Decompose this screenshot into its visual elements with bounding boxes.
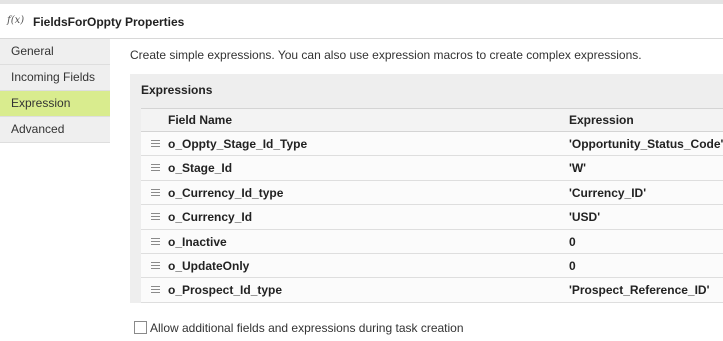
field-name-cell: o_Currency_Id_type	[168, 185, 284, 200]
field-name-cell: o_Inactive	[168, 234, 227, 249]
column-header-expression[interactable]: Expression	[569, 113, 634, 127]
drag-handle-icon[interactable]	[151, 261, 160, 270]
column-header-field-name[interactable]: Field Name	[168, 113, 232, 127]
expression-cell[interactable]: 'Prospect_Reference_ID'	[569, 283, 709, 297]
sidebar-item-expression[interactable]: Expression	[0, 91, 110, 117]
function-icon: f(x)	[7, 15, 25, 26]
table-row[interactable]: o_Prospect_Id_type 'Prospect_Reference_I…	[141, 278, 723, 303]
field-name-cell: o_UpdateOnly	[168, 258, 250, 273]
allow-additional-fields-label[interactable]: Allow additional fields and expressions …	[150, 321, 464, 335]
expressions-title: Expressions	[141, 83, 213, 97]
table-header: Field Name Expression	[141, 108, 723, 132]
table-row[interactable]: o_Inactive 0	[141, 229, 723, 254]
sidebar: General Incoming Fields Expression Advan…	[0, 39, 110, 341]
drag-handle-icon[interactable]	[151, 286, 160, 294]
drag-handle-icon[interactable]	[151, 237, 160, 246]
table-row[interactable]: o_UpdateOnly 0	[141, 253, 723, 279]
expression-cell[interactable]: 'Currency_ID'	[569, 186, 646, 200]
expression-cell[interactable]: 'Opportunity_Status_Code'	[569, 137, 723, 151]
sidebar-item-advanced[interactable]: Advanced	[0, 117, 110, 143]
description-text: Create simple expressions. You can also …	[130, 48, 642, 62]
field-name-cell: o_Stage_Id	[168, 161, 233, 176]
expression-cell[interactable]: 'USD'	[569, 210, 600, 224]
properties-header: f(x) FieldsForOppty Properties	[0, 4, 723, 39]
drag-handle-icon[interactable]	[151, 140, 160, 148]
expression-cell[interactable]: 0	[569, 235, 576, 249]
table-row[interactable]: o_Currency_Id 'USD'	[141, 205, 723, 230]
table-row[interactable]: o_Oppty_Stage_Id_Type 'Opportunity_Statu…	[141, 132, 723, 157]
sidebar-item-general[interactable]: General	[0, 39, 110, 65]
expressions-table: Field Name Expression o_Oppty_Stage_Id_T…	[141, 108, 723, 303]
page-title: FieldsForOppty Properties	[33, 15, 185, 29]
sidebar-item-incoming-fields[interactable]: Incoming Fields	[0, 65, 110, 91]
table-row[interactable]: o_Stage_Id 'W'	[141, 156, 723, 181]
expressions-panel: Expressions Field Name Expression o_Oppt…	[130, 74, 723, 303]
drag-handle-icon[interactable]	[151, 164, 160, 172]
expression-cell[interactable]: 'W'	[569, 161, 586, 175]
drag-handle-icon[interactable]	[151, 213, 160, 221]
field-name-cell: o_Currency_Id	[168, 210, 253, 225]
field-name-cell: o_Prospect_Id_type	[168, 283, 283, 298]
expression-cell[interactable]: 0	[569, 259, 576, 273]
allow-additional-fields-checkbox[interactable]	[134, 321, 147, 334]
field-name-cell: o_Oppty_Stage_Id_Type	[168, 137, 308, 151]
drag-handle-icon[interactable]	[151, 188, 160, 197]
table-row[interactable]: o_Currency_Id_type 'Currency_ID'	[141, 180, 723, 206]
